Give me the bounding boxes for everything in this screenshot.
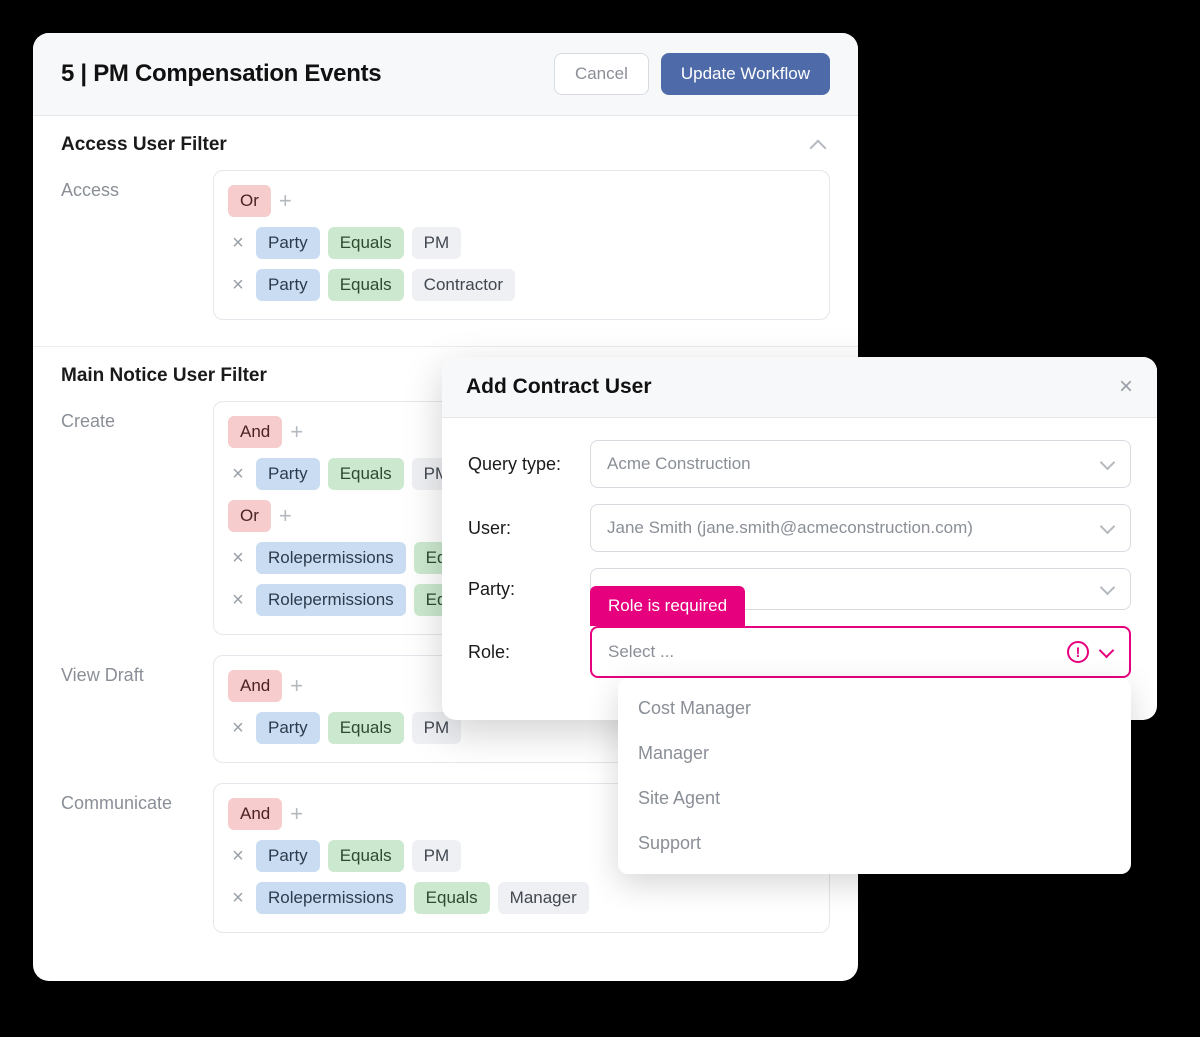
role-select[interactable]: Role is required Select ... ! [590,626,1131,678]
row-label: Access [61,170,195,201]
section-header[interactable]: Access User Filter [61,134,830,156]
form-row-user: User: Jane Smith (jane.smith@acmeconstru… [468,504,1131,552]
condition-row: × Party Equals Contractor [228,269,815,301]
logic-chip-or[interactable]: Or [228,185,271,217]
remove-condition-button[interactable]: × [228,464,248,484]
logic-chip-and[interactable]: And [228,670,282,702]
condition-row: × Party Equals PM [228,227,815,259]
remove-condition-button[interactable]: × [228,590,248,610]
field-chip[interactable]: Party [256,840,320,872]
operator-chip[interactable]: Equals [328,269,404,301]
chevron-down-icon [1100,457,1114,471]
logic-chip-or[interactable]: Or [228,500,271,532]
role-option-site-agent[interactable]: Site Agent [618,776,1131,821]
alert-icon: ! [1067,641,1089,663]
role-option-cost-manager[interactable]: Cost Manager [618,686,1131,731]
field-chip[interactable]: Party [256,227,320,259]
cancel-button[interactable]: Cancel [554,53,649,95]
add-condition-button[interactable]: + [290,803,303,825]
role-dropdown: Cost Manager Manager Site Agent Support [618,678,1131,874]
section-access-user-filter: Access User Filter Access Or + × Party E… [33,116,858,347]
header-actions: Cancel Update Workflow [554,53,830,95]
field-chip[interactable]: Party [256,712,320,744]
remove-condition-button[interactable]: × [228,548,248,568]
form-row-query-type: Query type: Acme Construction [468,440,1131,488]
chevron-up-icon[interactable] [812,136,830,154]
value-chip[interactable]: Contractor [412,269,515,301]
close-icon[interactable]: × [1119,375,1133,399]
field-chip[interactable]: Rolepermissions [256,542,406,574]
section-title: Access User Filter [61,134,227,156]
select-value: Acme Construction [607,454,751,474]
remove-condition-button[interactable]: × [228,275,248,295]
panel-header: 5 | PM Compensation Events Cancel Update… [33,33,858,116]
user-select[interactable]: Jane Smith (jane.smith@acmeconstruction.… [590,504,1131,552]
filter-row-access: Access Or + × Party Equals PM × Party Eq… [61,170,830,320]
add-condition-button[interactable]: + [279,505,292,527]
role-option-support[interactable]: Support [618,821,1131,866]
remove-condition-button[interactable]: × [228,846,248,866]
modal-header: Add Contract User × [442,357,1157,418]
form-label: Query type: [468,454,576,475]
row-label: Create [61,401,195,432]
operator-chip[interactable]: Equals [414,882,490,914]
field-chip[interactable]: Party [256,269,320,301]
select-value: Jane Smith (jane.smith@acmeconstruction.… [607,518,973,538]
chevron-down-icon [1100,521,1114,535]
chevron-down-icon [1099,645,1113,659]
error-flag: Role is required [590,586,745,626]
value-chip[interactable]: PM [412,227,462,259]
condition-row: × Rolepermissions Equals Manager [228,882,815,914]
remove-condition-button[interactable]: × [228,233,248,253]
row-label: View Draft [61,655,195,686]
operator-chip[interactable]: Equals [328,458,404,490]
modal-title: Add Contract User [466,375,652,399]
modal-body: Query type: Acme Construction User: Jane… [442,418,1157,720]
form-label: Role: [468,642,576,663]
section-title: Main Notice User Filter [61,365,267,387]
operator-chip[interactable]: Equals [328,840,404,872]
field-chip[interactable]: Party [256,458,320,490]
chevron-down-icon [1100,582,1114,596]
query-type-select[interactable]: Acme Construction [590,440,1131,488]
logic-chip-and[interactable]: And [228,798,282,830]
add-condition-button[interactable]: + [290,421,303,443]
logic-row: Or + [228,185,815,217]
field-chip[interactable]: Rolepermissions [256,882,406,914]
form-row-role: Role: Role is required Select ... ! Cost… [468,626,1131,678]
update-workflow-button[interactable]: Update Workflow [661,53,830,95]
operator-chip[interactable]: Equals [328,712,404,744]
remove-condition-button[interactable]: × [228,718,248,738]
field-chip[interactable]: Rolepermissions [256,584,406,616]
add-contract-user-modal: Add Contract User × Query type: Acme Con… [442,357,1157,720]
remove-condition-button[interactable]: × [228,888,248,908]
form-row-party: Party: [468,568,1131,610]
row-label: Communicate [61,783,195,814]
value-chip[interactable]: Manager [498,882,589,914]
add-condition-button[interactable]: + [290,675,303,697]
panel-title: 5 | PM Compensation Events [61,60,381,88]
role-option-manager[interactable]: Manager [618,731,1131,776]
value-chip[interactable]: PM [412,840,462,872]
add-condition-button[interactable]: + [279,190,292,212]
form-label: Party: [468,579,576,600]
operator-chip[interactable]: Equals [328,227,404,259]
filter-box: Or + × Party Equals PM × Party Equals Co… [213,170,830,320]
form-label: User: [468,518,576,539]
logic-chip-and[interactable]: And [228,416,282,448]
select-placeholder: Select ... [608,642,674,662]
